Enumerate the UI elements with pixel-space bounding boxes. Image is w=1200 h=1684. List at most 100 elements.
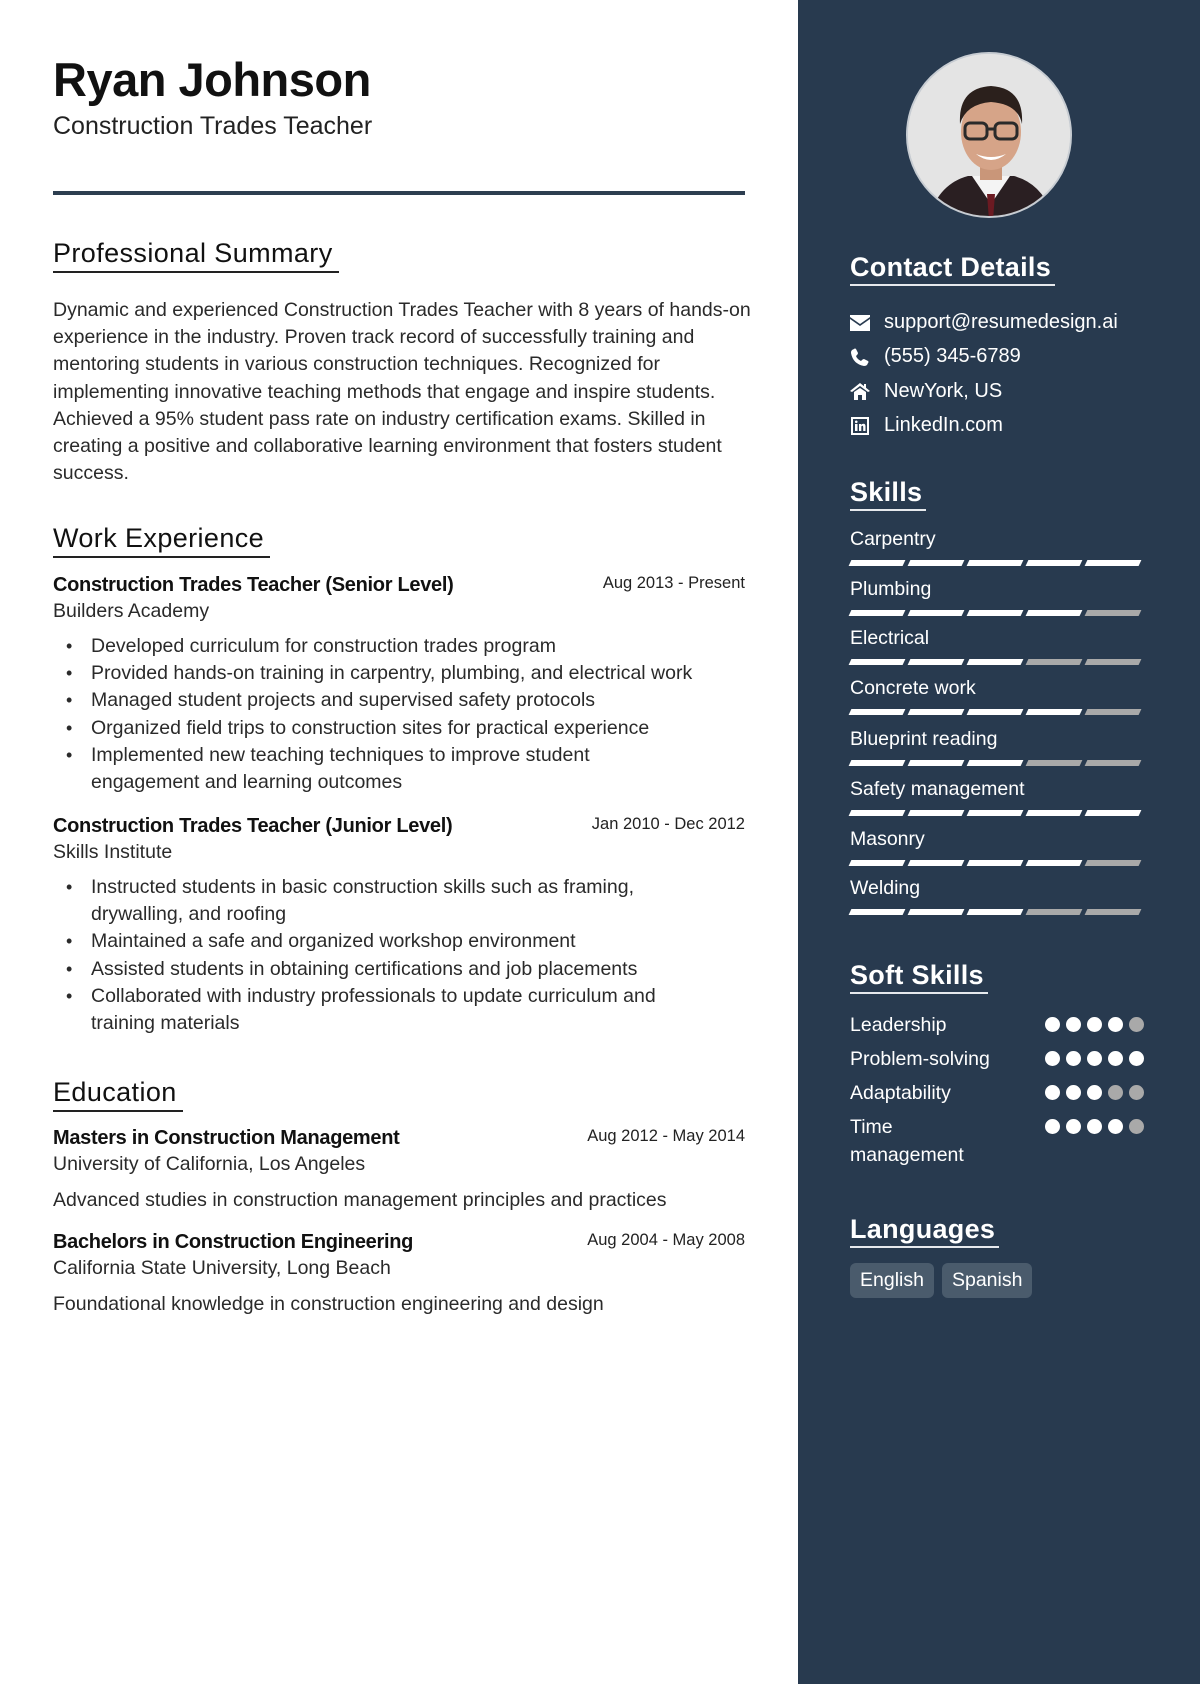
linkedin-icon: [850, 416, 870, 436]
soft-skill-label: Adaptability: [850, 1082, 951, 1104]
job-dates: Aug 2013 - Present: [602, 574, 745, 592]
languages-heading: Languages: [850, 1214, 1000, 1248]
job-bullet: Maintained a safe and organized workshop…: [53, 928, 745, 955]
rating-segment-filled: [966, 760, 1024, 766]
rating-segment-filled: [848, 560, 906, 566]
skill-rating-bar: [848, 709, 1150, 715]
soft-skill-rating: [1039, 1051, 1144, 1073]
rating-segment-filled: [966, 810, 1024, 816]
rating-segment-filled: [907, 860, 965, 866]
education-entry: Bachelors in Construction Engineering Au…: [53, 1231, 745, 1316]
skill-rating-bar: [848, 860, 1150, 866]
rating-dot-filled: [1045, 1085, 1060, 1100]
rating-dot-filled: [1108, 1017, 1123, 1032]
skill-label: Electrical: [850, 627, 930, 649]
experience-heading: Work Experience: [53, 523, 271, 558]
soft-skill-item: Problem-solving: [850, 1045, 1150, 1073]
rating-dot-filled: [1045, 1051, 1060, 1066]
rating-dot-filled: [1066, 1017, 1081, 1032]
rating-segment-filled: [1025, 810, 1083, 816]
rating-segment-filled: [966, 709, 1024, 715]
skill-label: Blueprint reading: [850, 728, 998, 750]
soft-skill-item: Time management: [850, 1113, 1150, 1169]
degree-title: Bachelors in Construction Engineering: [53, 1231, 414, 1253]
contact-location: NewYork, US: [850, 380, 1002, 403]
rating-segment-filled: [907, 659, 965, 665]
contact-heading: Contact Details: [850, 252, 1056, 286]
rating-segment-filled: [1025, 709, 1083, 715]
skill-item: Electrical: [848, 627, 1150, 665]
contact-linkedin[interactable]: LinkedIn.com: [850, 414, 1003, 437]
job-bullet: Managed student projects and supervised …: [53, 687, 745, 714]
rating-segment-empty: [1025, 760, 1083, 766]
soft-skill-rating: [1039, 1085, 1144, 1107]
skill-label: Concrete work: [850, 677, 976, 699]
rating-dot-filled: [1108, 1119, 1123, 1134]
school-name: California State University, Long Beach: [53, 1257, 391, 1279]
soft-skill-label: Time management: [850, 1116, 964, 1166]
job-bullet: Collaborated with industry professionals…: [53, 983, 713, 1037]
rating-segment-empty: [1084, 909, 1142, 915]
rating-segment-empty: [1084, 610, 1142, 616]
job-title: Construction Trades Teacher (Senior Leve…: [53, 574, 454, 596]
header-divider: [53, 191, 745, 195]
rating-segment-filled: [1084, 560, 1142, 566]
rating-segment-filled: [907, 810, 965, 816]
skills-heading: Skills: [850, 477, 927, 511]
rating-segment-filled: [848, 810, 906, 816]
rating-dot-filled: [1066, 1119, 1081, 1134]
languages-list: English Spanish: [850, 1263, 1040, 1298]
profile-photo: [906, 52, 1072, 218]
rating-segment-empty: [1025, 659, 1083, 665]
rating-segment-empty: [1025, 909, 1083, 915]
rating-dot-filled: [1129, 1051, 1144, 1066]
candidate-name: Ryan Johnson: [53, 53, 371, 106]
skill-item: Welding: [848, 877, 1150, 915]
contact-phone[interactable]: (555) 345-6789: [850, 345, 1021, 368]
skill-rating-bar: [848, 810, 1150, 816]
job-organization: Builders Academy: [53, 600, 210, 622]
soft-skill-item: Leadership: [850, 1011, 1150, 1039]
skill-item: Safety management: [848, 778, 1150, 816]
job-bullet: Provided hands-on training in carpentry,…: [53, 660, 745, 687]
rating-segment-filled: [848, 659, 906, 665]
rating-dot-filled: [1087, 1051, 1102, 1066]
skill-label: Masonry: [850, 828, 925, 850]
rating-dot-empty: [1129, 1017, 1144, 1032]
rating-dot-filled: [1087, 1017, 1102, 1032]
rating-segment-filled: [907, 560, 965, 566]
soft-skills-heading: Soft Skills: [850, 960, 988, 994]
skill-rating-bar: [848, 560, 1150, 566]
rating-segment-filled: [907, 610, 965, 616]
skill-label: Carpentry: [850, 528, 936, 550]
language-tag: English: [850, 1263, 934, 1298]
degree-title: Masters in Construction Management: [53, 1127, 400, 1149]
job-bullets: Instructed students in basic constructio…: [53, 874, 745, 1037]
contact-email[interactable]: support@resumedesign.ai: [850, 311, 1118, 334]
skill-label: Plumbing: [850, 578, 932, 600]
rating-segment-filled: [907, 760, 965, 766]
rating-segment-filled: [966, 659, 1024, 665]
job-dates: Jan 2010 - Dec 2012: [591, 815, 745, 833]
summary-heading: Professional Summary: [53, 238, 339, 273]
envelope-icon: [850, 313, 870, 333]
soft-skill-item: Adaptability: [850, 1079, 1150, 1107]
skill-item: Blueprint reading: [848, 728, 1150, 766]
job-entry: Construction Trades Teacher (Junior Leve…: [53, 815, 745, 1037]
education-heading: Education: [53, 1077, 183, 1112]
rating-segment-empty: [1084, 760, 1142, 766]
rating-dot-filled: [1066, 1051, 1081, 1066]
soft-skill-rating: [1039, 1017, 1144, 1039]
rating-segment-filled: [1025, 610, 1083, 616]
rating-segment-filled: [966, 909, 1024, 915]
education-dates: Aug 2004 - May 2008: [587, 1231, 745, 1249]
school-name: University of California, Los Angeles: [53, 1153, 366, 1175]
education-dates: Aug 2012 - May 2014: [587, 1127, 745, 1145]
rating-dot-filled: [1045, 1119, 1060, 1134]
job-bullet: Organized field trips to construction si…: [53, 715, 745, 742]
rating-segment-empty: [1084, 659, 1142, 665]
skill-rating-bar: [848, 760, 1150, 766]
skill-item: Masonry: [848, 828, 1150, 866]
rating-segment-empty: [1084, 860, 1142, 866]
rating-segment-filled: [966, 860, 1024, 866]
